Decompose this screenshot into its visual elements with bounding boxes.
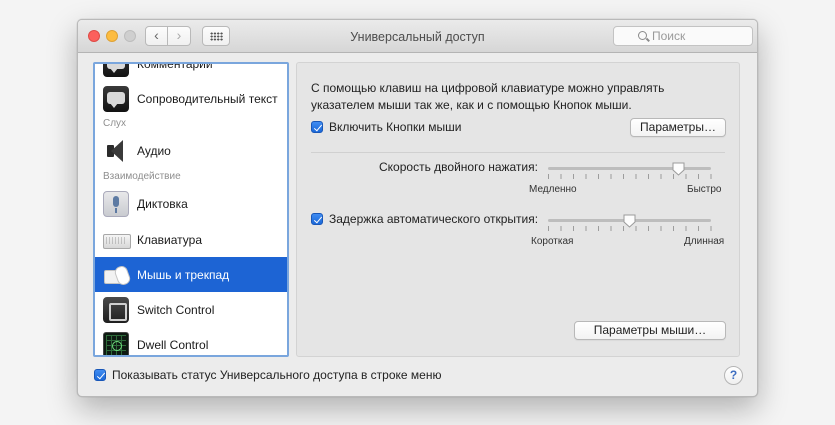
sidebar-item-label: Комментарии [137, 62, 213, 71]
mouse-keys-panel: С помощью клавиш на цифровой клавиатуре … [296, 62, 740, 357]
double-click-max-label: Быстро [687, 184, 722, 195]
switch-control-icon [103, 296, 129, 323]
sidebar-item-audio[interactable]: Аудио [95, 133, 287, 168]
category-list[interactable]: Комментарии Сопроводительный текст Слух … [93, 62, 289, 357]
sidebar-item-label: Сопроводительный текст [137, 91, 278, 106]
sidebar-item-dictation[interactable]: Диктовка [95, 186, 287, 221]
show-status-label: Показывать статус Универсального доступа… [112, 368, 442, 382]
double-click-speed-label: Скорость двойного нажатия: [379, 160, 538, 174]
sidebar-item-label: Dwell Control [137, 337, 209, 352]
double-click-speed-thumb[interactable] [672, 162, 685, 176]
sidebar-item-mouse-trackpad[interactable]: Мышь и трекпад [95, 257, 287, 292]
search-field[interactable]: Поиск [613, 26, 753, 46]
sidebar-item-keyboard[interactable]: Клавиатура [95, 222, 287, 257]
section-hearing: Слух [103, 118, 127, 129]
keyboard-icon [103, 227, 131, 253]
spring-loading-delay-thumb[interactable] [623, 214, 636, 228]
panel-description: С помощью клавиш на цифровой клавиатуре … [311, 81, 665, 112]
separator [311, 152, 725, 153]
mouse-keys-label: Включить Кнопки мыши [329, 120, 462, 134]
mouse-trackpad-icon [103, 262, 129, 288]
sidebar-item-dwell-control[interactable]: Dwell Control [95, 327, 287, 355]
options-button[interactable]: Параметры… [630, 118, 726, 137]
sidebar-item-descriptions[interactable]: Комментарии [95, 62, 287, 81]
spring-loading-max-label: Длинная [684, 236, 725, 247]
spring-loading-min-label: Короткая [531, 236, 574, 247]
sidebar-item-label: Диктовка [137, 196, 188, 211]
preferences-window: ‹ › Универсальный доступ Поиск Комментар… [77, 19, 758, 397]
sidebar-item-label: Клавиатура [137, 232, 202, 247]
title-bar: ‹ › Универсальный доступ Поиск [78, 20, 757, 53]
help-button[interactable]: ? [724, 366, 743, 385]
double-click-min-label: Медленно [529, 184, 577, 195]
show-status-checkbox[interactable] [94, 369, 106, 381]
speaker-icon [103, 138, 129, 164]
sidebar-item-label: Мышь и трекпад [137, 267, 230, 282]
spring-loading-label: Задержка автоматического открытия: [329, 212, 539, 226]
mouse-options-button[interactable]: Параметры мыши… [574, 321, 726, 340]
slider-ticks [548, 174, 712, 179]
dwell-control-icon [103, 331, 129, 355]
microphone-icon [103, 190, 129, 217]
sidebar-item-label: Switch Control [137, 302, 215, 317]
comments-icon [103, 64, 129, 77]
sidebar-item-captions[interactable]: Сопроводительный текст [95, 81, 287, 116]
search-icon [638, 31, 647, 40]
sidebar-item-switch-control[interactable]: Switch Control [95, 292, 287, 327]
section-interaction: Взаимодействие [103, 171, 181, 182]
double-click-speed-slider[interactable] [548, 167, 711, 170]
mouse-keys-checkbox[interactable] [311, 121, 323, 133]
sidebar-item-label: Аудио [137, 143, 171, 158]
search-placeholder: Поиск [652, 29, 686, 43]
captions-icon [103, 85, 129, 112]
spring-loading-checkbox[interactable] [311, 213, 323, 225]
